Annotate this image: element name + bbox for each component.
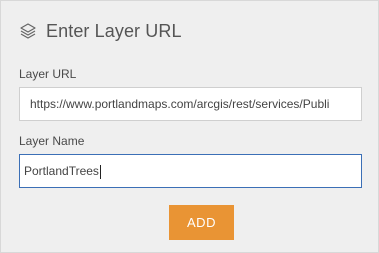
layers-icon <box>19 22 37 40</box>
enter-layer-url-panel: Enter Layer URL Layer URL https://www.po… <box>0 0 379 253</box>
text-caret <box>99 164 101 179</box>
panel-header: Enter Layer URL <box>19 19 182 43</box>
add-button[interactable]: ADD <box>169 205 234 240</box>
layer-name-label: Layer Name <box>19 134 85 148</box>
layer-url-input[interactable]: https://www.portlandmaps.com/arcgis/rest… <box>19 87 362 121</box>
layer-name-input[interactable]: PortlandTrees <box>19 154 362 188</box>
panel-title: Enter Layer URL <box>46 20 182 41</box>
layer-name-value: PortlandTrees <box>24 164 99 178</box>
layer-url-label: Layer URL <box>19 67 77 81</box>
